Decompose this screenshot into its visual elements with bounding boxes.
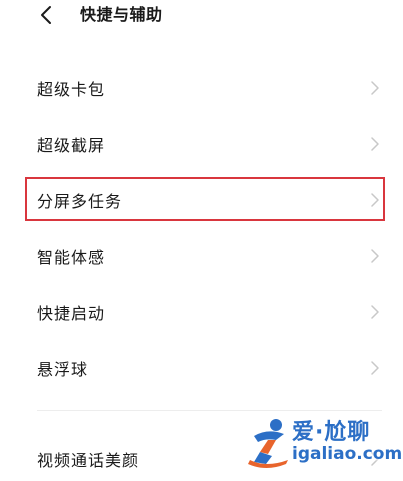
list-item-label: 视频通话美颜 — [37, 451, 140, 470]
back-button[interactable] — [36, 4, 58, 26]
list-item-label: 快捷启动 — [37, 304, 106, 323]
list-item-label: 超级卡包 — [37, 80, 106, 99]
chevron-right-icon — [371, 81, 379, 95]
watermark-logo-icon — [248, 419, 288, 468]
chevron-right-icon — [371, 137, 379, 151]
list-item-floating-ball[interactable]: 悬浮球 — [0, 340, 403, 396]
chevron-right-icon — [371, 193, 379, 207]
list-item-smart-motion[interactable]: 智能体感 — [0, 228, 403, 284]
list-item-quick-launch[interactable]: 快捷启动 — [0, 284, 403, 340]
list-item-label: 超级截屏 — [37, 136, 106, 155]
header: 快捷与辅助 — [0, 0, 403, 32]
watermark-title: 爱·尬聊 — [292, 420, 371, 445]
list-item-label: 分屏多任务 — [37, 192, 123, 211]
watermark: 爱·尬聊 igaliao.com — [244, 410, 402, 474]
chevron-right-icon — [371, 249, 379, 263]
list-item-super-screenshot[interactable]: 超级截屏 — [0, 116, 403, 172]
list-item-label: 悬浮球 — [37, 360, 89, 379]
list-item-super-card-pack[interactable]: 超级卡包 — [0, 60, 403, 116]
settings-list: 超级卡包 超级截屏 分屏多任务 智能体感 快捷启动 悬浮球 — [0, 60, 403, 396]
list-item-label: 智能体感 — [37, 248, 106, 267]
chevron-right-icon — [371, 305, 379, 319]
page-title: 快捷与辅助 — [80, 5, 163, 24]
list-item-split-screen-multitask[interactable]: 分屏多任务 — [0, 172, 403, 228]
watermark-url: igaliao.com — [292, 444, 403, 464]
chevron-right-icon — [371, 361, 379, 375]
settings-screen: 快捷与辅助 超级卡包 超级截屏 分屏多任务 智能体感 快捷启动 悬浮球 视频通话… — [0, 0, 403, 481]
chevron-left-icon — [41, 6, 51, 24]
